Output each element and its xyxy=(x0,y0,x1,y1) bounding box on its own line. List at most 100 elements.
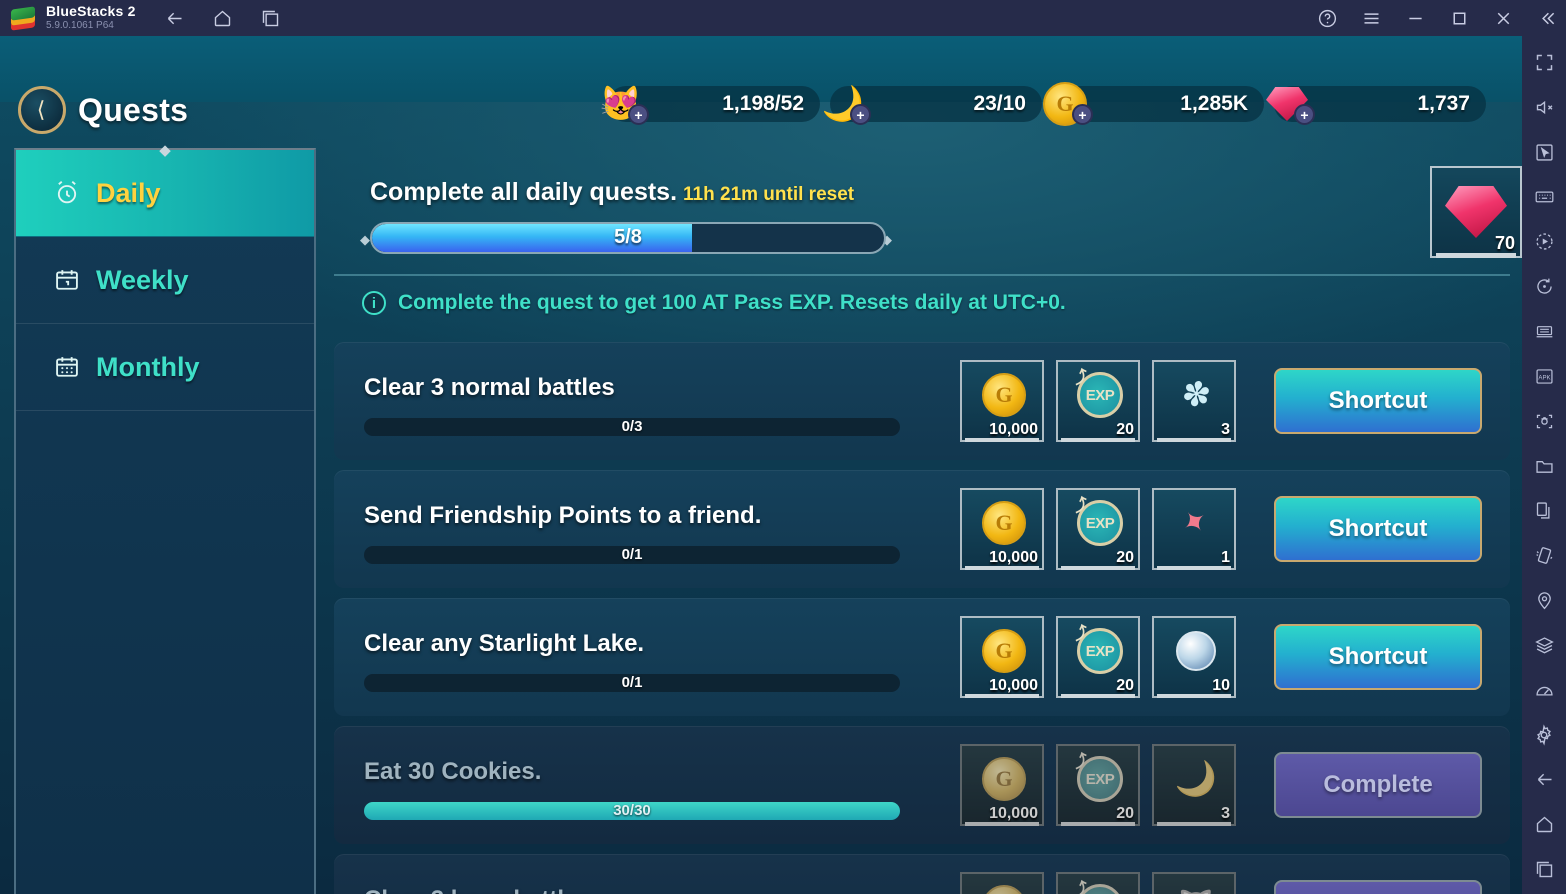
gem-dagger-icon: ✦ xyxy=(1175,501,1216,544)
quest-action-button[interactable]: Complete xyxy=(1274,880,1482,894)
macro-icon[interactable] xyxy=(1529,227,1559,256)
table-row[interactable]: Clear 3 boss battles. G ⤴EXP 🐺 xyxy=(334,854,1510,894)
currency-gem[interactable]: + 1,737 xyxy=(1266,86,1486,125)
banner-reward-box[interactable]: 70 xyxy=(1430,166,1522,258)
cursor-icon[interactable] xyxy=(1529,138,1559,167)
reward-amount: 1 xyxy=(1221,549,1230,566)
table-row[interactable]: Eat 30 Cookies. 30/30 G 10,000 ⤴EXP 20 xyxy=(334,726,1510,844)
minimize-icon[interactable] xyxy=(1404,7,1426,29)
reward-gold[interactable]: G 10,000 xyxy=(960,360,1044,442)
horn-icon: 🌙 xyxy=(1174,760,1218,798)
reward-orb[interactable]: 10 xyxy=(1152,616,1236,698)
multi-instance-manager-icon[interactable] xyxy=(1529,317,1559,346)
feather-icon: ✽ xyxy=(1178,373,1214,417)
keyboard-icon[interactable] xyxy=(1529,183,1559,212)
quest-name: Clear 3 boss battles. xyxy=(364,886,597,894)
reward-amount: 10,000 xyxy=(989,805,1038,822)
reward-exp[interactable]: ⤴ EXP 20 xyxy=(1056,488,1140,570)
multi-instance-icon[interactable] xyxy=(260,7,282,29)
quest-action-button[interactable]: Shortcut xyxy=(1274,624,1482,690)
settings-icon[interactable] xyxy=(1529,721,1559,750)
tab-label: Weekly xyxy=(96,264,189,295)
table-row[interactable]: Clear any Starlight Lake. 0/1 G 10,000 ⤴… xyxy=(334,598,1510,716)
reward-exp[interactable]: ⤴EXP xyxy=(1056,872,1140,894)
quest-progress-text: 0/1 xyxy=(621,674,643,691)
reward-gold[interactable]: G 10,000 xyxy=(960,744,1044,826)
add-gold-button[interactable]: + xyxy=(1072,104,1093,125)
back-button[interactable]: ⟨ xyxy=(18,86,66,134)
location-icon[interactable] xyxy=(1529,586,1559,615)
calendar-week-icon xyxy=(52,265,82,295)
menu-icon[interactable] xyxy=(1360,7,1382,29)
quest-action-button[interactable]: Shortcut xyxy=(1274,368,1482,434)
table-row[interactable]: Clear 3 normal battles 0/3 G 10,000 ⤴ EXP… xyxy=(334,342,1510,460)
currency-bar: 😻 + 1,198/52 🌙 + 23/10 G + 1,285K + 1,73… xyxy=(600,82,1486,126)
quest-name: Send Friendship Points to a friend. xyxy=(364,502,762,529)
reward-beast[interactable]: 🐺 xyxy=(1152,872,1236,894)
folder-icon[interactable] xyxy=(1529,452,1559,481)
reward-gold[interactable]: G 10,000 xyxy=(960,616,1044,698)
back-icon[interactable] xyxy=(164,7,186,29)
reward-box-base xyxy=(1436,253,1516,258)
add-gem-button[interactable]: + xyxy=(1294,104,1315,125)
quest-name: Clear 3 normal battles xyxy=(364,374,615,401)
quest-action-button[interactable]: Shortcut xyxy=(1274,496,1482,562)
layers-icon[interactable] xyxy=(1529,631,1559,660)
help-icon[interactable] xyxy=(1316,7,1338,29)
speed-icon[interactable] xyxy=(1529,676,1559,705)
fullscreen-icon[interactable] xyxy=(1529,48,1559,77)
home-icon[interactable] xyxy=(212,7,234,29)
quest-progress-text: 30/30 xyxy=(613,802,651,819)
reward-gold[interactable]: G 10,000 xyxy=(960,488,1044,570)
close-icon[interactable] xyxy=(1492,7,1514,29)
alarm-clock-icon xyxy=(52,178,82,208)
mute-icon[interactable] xyxy=(1529,93,1559,122)
gem-icon xyxy=(1445,186,1507,238)
quest-category-tabs: ◆ Daily Weekly Monthly xyxy=(14,142,316,894)
quest-action-button[interactable]: Complete xyxy=(1274,752,1482,818)
tab-monthly[interactable]: Monthly xyxy=(16,324,314,411)
apk-icon[interactable]: APK xyxy=(1529,362,1559,391)
exp-icon: ⤴EXP xyxy=(1058,622,1142,680)
reward-exp[interactable]: ⤴ EXP 20 xyxy=(1056,360,1140,442)
quest-list[interactable]: Clear 3 normal battles 0/3 G 10,000 ⤴ EXP… xyxy=(334,342,1510,894)
gold-coin-icon: G xyxy=(962,878,1046,894)
exp-icon: ⤴EXP xyxy=(1058,878,1142,894)
bluestacks-logo-icon xyxy=(10,5,36,31)
reward-amount: 20 xyxy=(1116,677,1134,694)
window-titlebar: BlueStacks 2 5.9.0.1061 P64 xyxy=(0,0,1566,36)
currency-stamina[interactable]: 😻 + 1,198/52 xyxy=(600,86,820,125)
copy-icon[interactable] xyxy=(1529,496,1559,525)
reward-horn[interactable]: 🌙 3 xyxy=(1152,744,1236,826)
maximize-icon[interactable] xyxy=(1448,7,1470,29)
app-version: 5.9.0.1061 P64 xyxy=(46,20,114,32)
currency-value: 1,198/52 xyxy=(722,92,804,115)
android-back-icon[interactable] xyxy=(1529,766,1559,795)
shake-icon[interactable] xyxy=(1529,541,1559,570)
reward-feather[interactable]: ✽ 3 xyxy=(1152,360,1236,442)
android-recents-icon[interactable] xyxy=(1529,855,1559,884)
android-home-icon[interactable] xyxy=(1529,810,1559,839)
collapse-icon[interactable] xyxy=(1536,7,1558,29)
quest-name: Clear any Starlight Lake. xyxy=(364,630,645,657)
tab-daily[interactable]: Daily xyxy=(16,150,314,237)
table-row[interactable]: Send Friendship Points to a friend. 0/1 … xyxy=(334,470,1510,588)
reward-exp[interactable]: ⤴ EXP 20 xyxy=(1056,744,1140,826)
orb-icon xyxy=(1154,622,1238,680)
gold-coin-icon: G xyxy=(962,494,1046,552)
screenshot-icon[interactable] xyxy=(1529,407,1559,436)
reward-exp[interactable]: ⤴ EXP 20 xyxy=(1056,616,1140,698)
reward-gem-dagger[interactable]: ✦ 1 xyxy=(1152,488,1236,570)
game-stage: ⟨ Quests 😻 + 1,198/52 🌙 + 23/10 G + 1,28… xyxy=(0,36,1522,894)
tab-weekly[interactable]: Weekly xyxy=(16,237,314,324)
gold-coin-icon: G xyxy=(962,366,1046,424)
quest-rewards: G 10,000 ⤴ EXP 20 ✦ 1 xyxy=(960,488,1236,570)
currency-gold[interactable]: G + 1,285K xyxy=(1043,82,1264,126)
page-title: Quests xyxy=(78,92,189,128)
reward-gold[interactable]: G xyxy=(960,872,1044,894)
back-arrow-icon: ⟨ xyxy=(36,97,46,122)
currency-horn[interactable]: 🌙 + 23/10 xyxy=(822,86,1042,125)
add-stamina-button[interactable]: + xyxy=(628,104,649,125)
rotate-icon[interactable] xyxy=(1529,272,1559,301)
add-horn-button[interactable]: + xyxy=(850,104,871,125)
